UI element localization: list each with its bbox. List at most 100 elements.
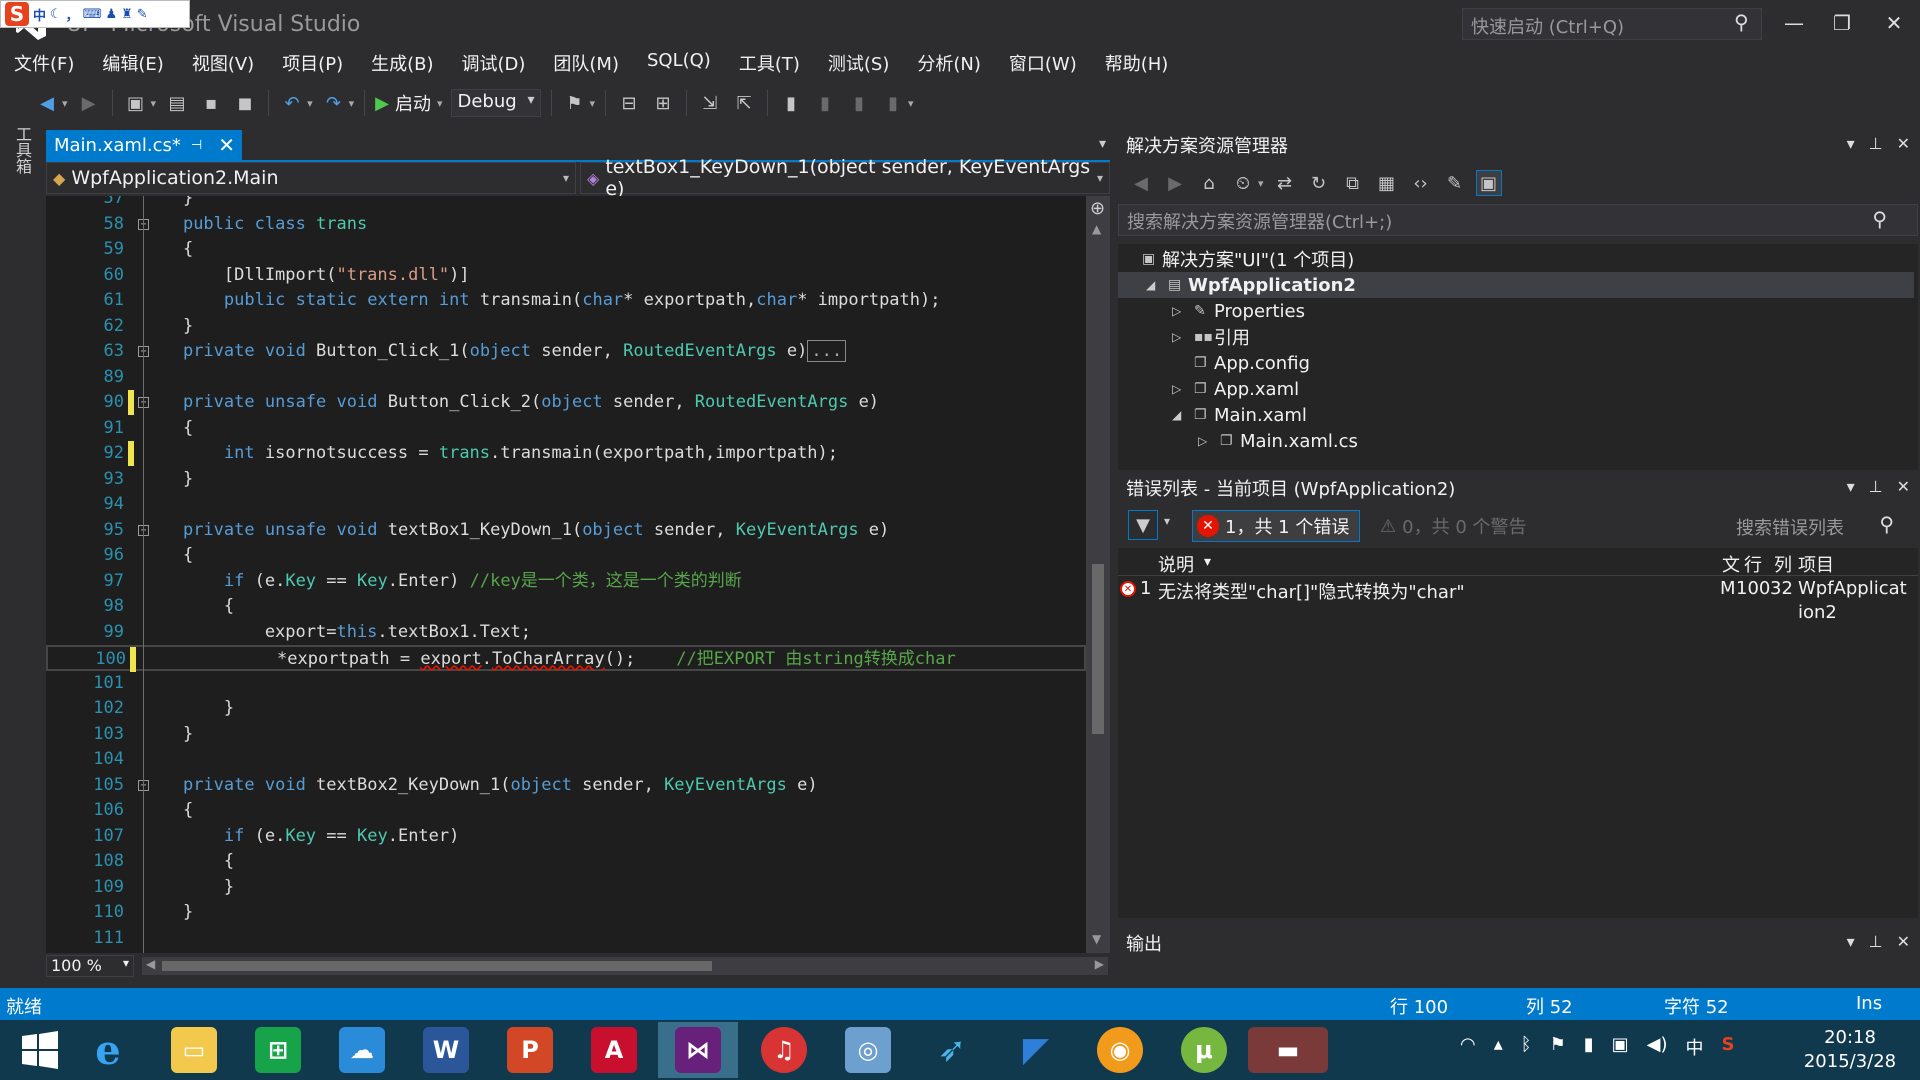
ime-moon-icon[interactable]: ☾ — [50, 7, 62, 22]
code-text[interactable]: { — [142, 237, 193, 263]
code-line[interactable]: 102 } — [46, 696, 1086, 722]
chevron-down-icon[interactable]: ▾ — [1847, 134, 1855, 153]
uncomment-icon[interactable]: ⊞ — [650, 90, 676, 116]
ime-punct-button[interactable]: ， — [66, 5, 79, 24]
chevron-down-icon[interactable]: ▾ — [349, 97, 355, 110]
code-text[interactable]: { — [142, 416, 193, 442]
menu-build[interactable]: 生成(B) — [357, 48, 447, 78]
code-line[interactable]: 58− public class trans — [46, 212, 1086, 238]
code-text[interactable]: } — [142, 875, 234, 901]
scrollbar-thumb[interactable] — [1092, 564, 1104, 734]
filter-icon[interactable]: ▼ — [1128, 510, 1158, 540]
scrollbar-thumb[interactable] — [162, 961, 712, 971]
zoom-level-select[interactable]: 100 % — [46, 955, 134, 977]
column-header-column[interactable]: 列 — [1774, 551, 1792, 577]
taskbar-utorrent[interactable]: μ — [1164, 1022, 1244, 1078]
code-line[interactable]: 59 { — [46, 237, 1086, 263]
chevron-down-icon[interactable]: ▾ — [307, 97, 313, 110]
minimize-button[interactable]: — — [1774, 6, 1814, 40]
taskbar-visual-studio[interactable]: ⋈ — [658, 1022, 738, 1078]
code-line[interactable]: 108 { — [46, 849, 1086, 875]
chevron-down-icon[interactable]: ▾ — [563, 171, 569, 185]
tree-item[interactable]: ◢ ▤ WpfApplication2 — [1118, 272, 1914, 298]
code-line[interactable]: 57 } — [46, 196, 1086, 212]
code-line[interactable]: 105− private void textBox2_KeyDown_1(obj… — [46, 773, 1086, 799]
code-line[interactable]: 104 — [46, 747, 1086, 773]
code-text[interactable]: } — [142, 196, 193, 212]
wifi-signal-icon[interactable]: ◠ — [1460, 1034, 1476, 1060]
taskbar-store[interactable]: ⊞ — [238, 1022, 318, 1078]
chevron-down-icon[interactable]: ▾ — [1164, 514, 1170, 528]
menu-test[interactable]: 测试(S) — [814, 48, 903, 78]
code-line[interactable]: 111 — [46, 926, 1086, 952]
split-editor-icon[interactable]: ⊕ — [1090, 198, 1105, 219]
editor-horizontal-scrollbar[interactable]: ◀ ▶ — [142, 957, 1108, 975]
quick-launch-input[interactable]: 快速启动 (Ctrl+Q) — [1462, 8, 1762, 40]
scroll-up-icon[interactable]: ▲ — [1092, 222, 1101, 236]
code-line[interactable]: 97 if (e.Key == Key.Enter) //key是一个类，这是一… — [46, 569, 1086, 595]
show-all-files-icon[interactable]: ▦ — [1374, 170, 1400, 196]
scroll-right-icon[interactable]: ▶ — [1095, 957, 1104, 971]
preview-selected-items-icon[interactable]: ▣ — [1475, 170, 1502, 196]
navigate-back-icon[interactable]: ◀ — [34, 90, 60, 116]
menu-team[interactable]: 团队(M) — [539, 48, 633, 78]
chevron-down-icon[interactable]: ▾ — [1847, 932, 1855, 951]
view-code-icon[interactable]: ‹› — [1408, 170, 1434, 196]
close-icon[interactable]: ✕ — [1897, 477, 1910, 496]
taskbar-word[interactable]: W — [406, 1022, 486, 1078]
solution-explorer-search-input[interactable]: 搜索解决方案资源管理器(Ctrl+;) ⚲ — [1118, 204, 1918, 236]
code-line[interactable]: 61 public static extern int transmain(ch… — [46, 288, 1086, 314]
column-header-description[interactable]: 说明 — [1158, 551, 1194, 577]
expand-arrow-icon[interactable]: ▷ — [1172, 382, 1181, 396]
code-text[interactable]: int isornotsuccess = trans.transmain(exp… — [142, 441, 838, 467]
code-text[interactable]: } — [142, 467, 193, 493]
taskbar-shark-app[interactable]: ◤ — [996, 1022, 1076, 1078]
toggle-comment-icon[interactable]: ⊟ — [616, 90, 642, 116]
new-project-icon[interactable]: ▣ — [123, 90, 149, 116]
tree-item[interactable]: ◢ ❐ Main.xaml — [1118, 402, 1914, 428]
code-text[interactable]: private void Button_Click_1(object sende… — [142, 339, 847, 365]
taskbar-app[interactable]: ▬ — [1248, 1022, 1328, 1078]
expand-arrow-icon[interactable]: ▷ — [1198, 434, 1207, 448]
taskbar-bird-app[interactable]: ➶ — [912, 1022, 992, 1078]
search-icon[interactable]: ⚲ — [1734, 10, 1749, 34]
code-text[interactable]: { — [142, 543, 193, 569]
close-icon[interactable]: ✕ — [1897, 932, 1910, 951]
code-line[interactable]: 100 *exportpath = export.ToCharArray(); … — [46, 645, 1086, 673]
forward-icon[interactable]: ▶ — [1162, 170, 1188, 196]
menu-debug[interactable]: 调试(D) — [448, 48, 540, 78]
code-text[interactable]: if (e.Key == Key.Enter) //key是一个类，这是一个类的… — [142, 569, 742, 595]
start-debugging-button[interactable]: ▶ 启动 ▾ — [375, 90, 442, 116]
ime-toolbar[interactable]: S 中 ☾ ， ⌨ ♟ ♜ ✎ — [0, 0, 190, 28]
pending-changes-filter-icon[interactable]: ⏲ — [1230, 170, 1256, 196]
code-line[interactable]: 95− private unsafe void textBox1_KeyDown… — [46, 518, 1086, 544]
volume-icon[interactable]: ◀) — [1647, 1034, 1668, 1060]
menu-file[interactable]: 文件(F) — [0, 48, 88, 78]
taskbar-acrobat[interactable]: A — [574, 1022, 654, 1078]
code-text[interactable]: *exportpath = export.ToCharArray(); //把E… — [144, 647, 956, 673]
chevron-down-icon[interactable]: ▾ — [437, 97, 443, 110]
menu-edit[interactable]: 编辑(E) — [88, 48, 177, 78]
taskbar-powerpoint[interactable]: P — [490, 1022, 570, 1078]
column-header-file[interactable]: 文 — [1722, 551, 1740, 577]
chevron-down-icon[interactable]: ▾ — [1097, 171, 1103, 185]
scroll-down-icon[interactable]: ▼ — [1092, 932, 1101, 946]
code-line[interactable]: 94 — [46, 492, 1086, 518]
menu-project[interactable]: 项目(P) — [268, 48, 357, 78]
pin-icon[interactable]: ⊥ — [1869, 134, 1883, 153]
code-line[interactable]: 99 export=this.textBox1.Text; — [46, 620, 1086, 646]
code-line[interactable]: 92 int isornotsuccess = trans.transmain(… — [46, 441, 1086, 467]
tree-item[interactable]: ▷ ❐ App.xaml — [1118, 376, 1914, 402]
code-line[interactable]: 101 — [46, 671, 1086, 697]
step-into-icon[interactable]: ⇲ — [697, 90, 723, 116]
next-bookmark-icon[interactable]: ▮ — [846, 90, 872, 116]
tree-item[interactable]: ▷ ✎ Properties — [1118, 298, 1914, 324]
solution-configuration-select[interactable]: Debug — [450, 89, 541, 117]
save-icon[interactable]: ▪ — [198, 90, 224, 116]
errors-toggle-button[interactable]: ✕ 1，共 1 个错误 — [1192, 510, 1360, 542]
battery-icon[interactable]: ▮ — [1584, 1034, 1594, 1060]
scroll-left-icon[interactable]: ◀ — [146, 957, 155, 971]
chevron-down-icon[interactable]: ▾ — [151, 97, 157, 110]
code-text[interactable]: } — [142, 722, 193, 748]
ime-mode-button[interactable]: 中 — [33, 5, 46, 24]
